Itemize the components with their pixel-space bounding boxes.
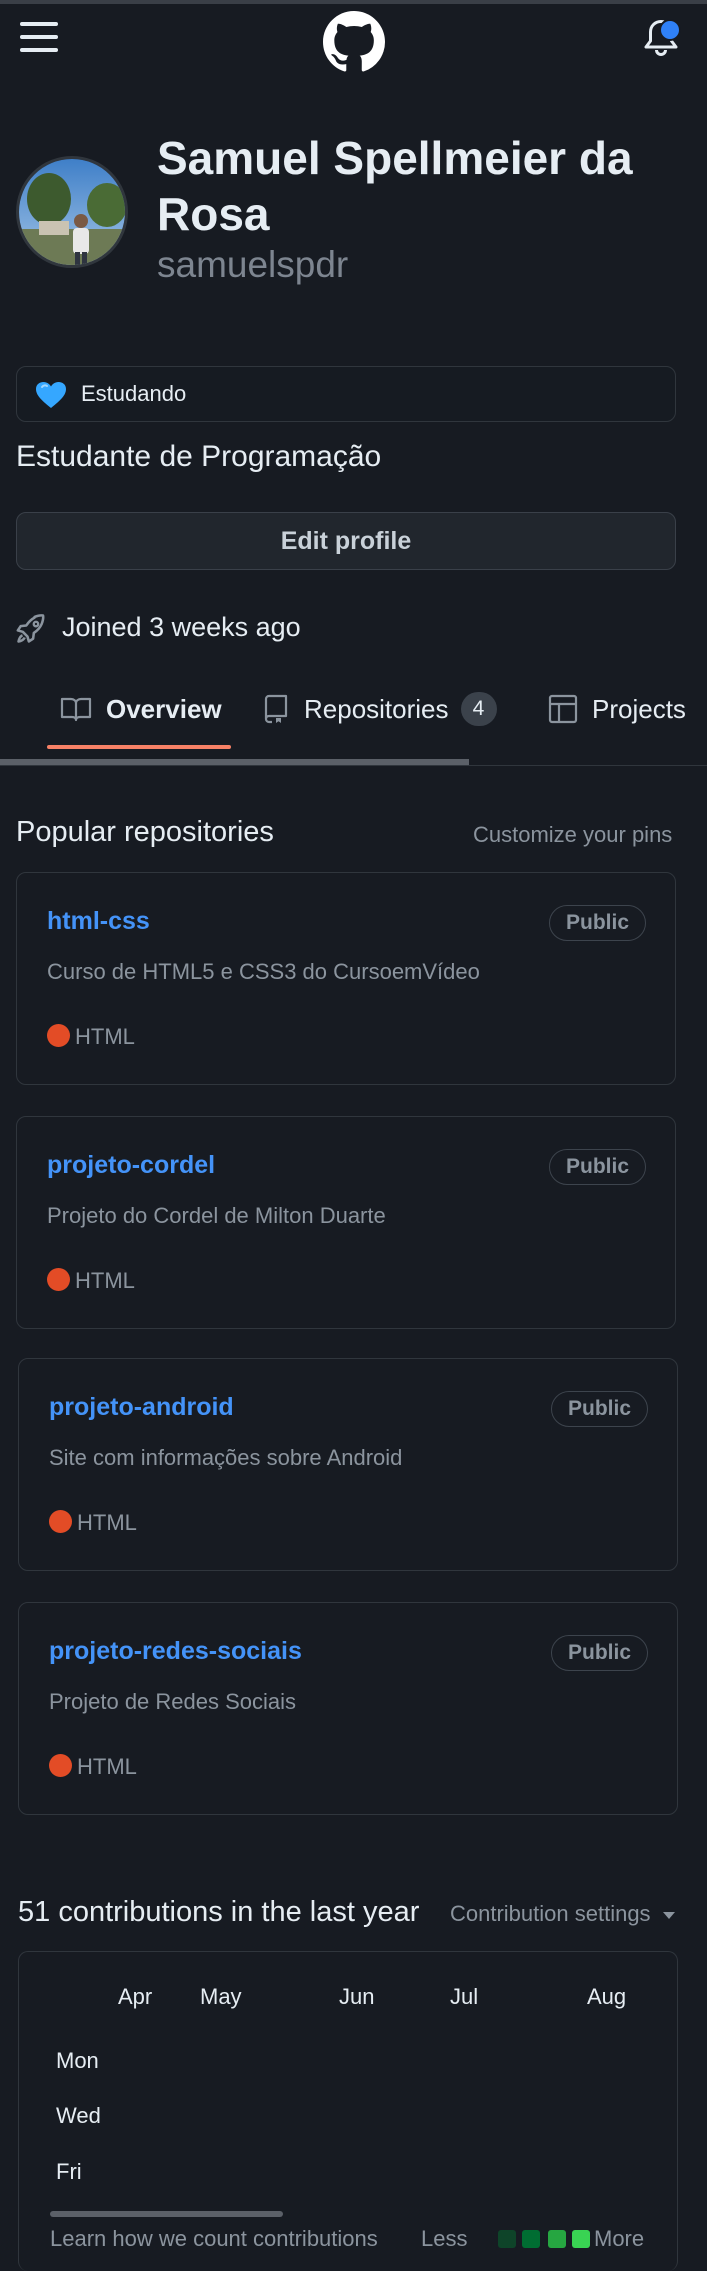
joined-date: Joined 3 weeks ago	[62, 612, 301, 642]
language-color-dot	[49, 1510, 72, 1533]
status-text: Estudando	[81, 381, 187, 406]
language-color-dot	[49, 1754, 72, 1777]
language-color-dot	[47, 1268, 70, 1291]
tab-overview-label: Overview	[106, 693, 222, 724]
visibility-badge: Public	[548, 1149, 646, 1185]
repo-card: html-css Public Curso de HTML5 e CSS3 do…	[16, 872, 676, 1085]
contribution-settings-label: Contribution settings	[450, 1901, 651, 1926]
tab-selected-indicator	[47, 745, 231, 749]
legend-level-1	[498, 2230, 516, 2248]
repo-card: projeto-android Public Site com informaç…	[18, 1358, 678, 1571]
profile-login: samuelspdr	[157, 244, 349, 285]
month-label: Aug	[587, 1984, 627, 2009]
month-label: Jun	[339, 1984, 375, 2009]
book-icon	[60, 697, 92, 722]
legend-level-4	[572, 2230, 590, 2248]
repo-description: Curso de HTML5 e CSS3 do CursoemVídeo	[47, 959, 480, 984]
caret-down-icon	[662, 1911, 675, 1919]
repo-name-link[interactable]: projeto-cordel	[47, 1151, 215, 1180]
repo-description: Projeto do Cordel de Milton Duarte	[47, 1203, 386, 1228]
tab-overview[interactable]: Overview	[60, 686, 222, 732]
customize-pins-link[interactable]: Customize your pins	[473, 822, 672, 848]
repo-name-link[interactable]: projeto-android	[49, 1393, 234, 1422]
weekday-label: Wed	[56, 2103, 101, 2128]
weekday-label: Fri	[56, 2159, 82, 2184]
avatar[interactable]	[16, 156, 128, 268]
status-box[interactable]: Estudando	[16, 366, 676, 422]
legend-level-3	[548, 2230, 566, 2248]
repo-description: Site com informações sobre Android	[49, 1445, 403, 1470]
table-icon	[548, 694, 578, 724]
repo-language: HTML	[75, 1024, 135, 1049]
notification-indicator	[659, 19, 681, 41]
github-mark-icon[interactable]	[323, 11, 385, 73]
repo-name-link[interactable]: html-css	[47, 907, 150, 936]
month-label: Apr	[118, 1984, 153, 2009]
legend-level-2	[522, 2230, 540, 2248]
tab-projects[interactable]: Projects	[548, 686, 686, 732]
rocket-icon	[16, 614, 45, 643]
repo-description: Projeto de Redes Sociais	[49, 1689, 297, 1714]
visibility-badge: Public	[550, 1391, 648, 1427]
month-label: May	[200, 1984, 242, 2009]
repositories-count-badge: 4	[460, 692, 497, 726]
learn-contributions-link[interactable]: Learn how we count contributions	[50, 2226, 378, 2252]
visibility-badge: Public	[548, 905, 646, 941]
contribution-settings-dropdown[interactable]: Contribution settings	[450, 1901, 675, 1927]
repo-name-link[interactable]: projeto-redes-sociais	[49, 1637, 302, 1666]
repo-icon	[264, 694, 288, 724]
visibility-badge: Public	[550, 1635, 648, 1671]
profile-bio: Estudante de Programação	[16, 440, 382, 473]
repo-language: HTML	[75, 1268, 135, 1293]
hamburger-icon[interactable]	[18, 18, 60, 56]
legend-more-label: More	[594, 2226, 645, 2251]
tab-repositories[interactable]: Repositories 4	[262, 686, 497, 732]
profile-tabs: Overview Repositories 4 Projects	[0, 666, 707, 766]
month-label: Jul	[450, 1984, 479, 2009]
popular-repositories-heading: Popular repositories	[16, 816, 274, 848]
graph-scrollbar[interactable]	[50, 2211, 283, 2217]
blue-heart-icon	[36, 382, 66, 408]
edit-profile-button[interactable]: Edit profile	[16, 512, 676, 570]
language-color-dot	[47, 1024, 70, 1047]
contributions-heading: 51 contributions in the last year	[18, 1896, 420, 1928]
repo-card: projeto-redes-sociais Public Projeto de …	[18, 1602, 678, 1815]
weekday-label: Mon	[56, 2048, 99, 2073]
repo-language: HTML	[77, 1754, 137, 1779]
tab-repositories-label: Repositories	[304, 693, 449, 724]
repo-card: projeto-cordel Public Projeto do Cordel …	[16, 1116, 676, 1329]
profile-name: Samuel Spellmeier da Rosa	[157, 132, 633, 240]
tabs-scrollbar[interactable]	[0, 759, 469, 765]
legend-less-label: Less	[421, 2226, 468, 2251]
tab-projects-label: Projects	[592, 693, 686, 724]
repo-language: HTML	[77, 1510, 137, 1535]
